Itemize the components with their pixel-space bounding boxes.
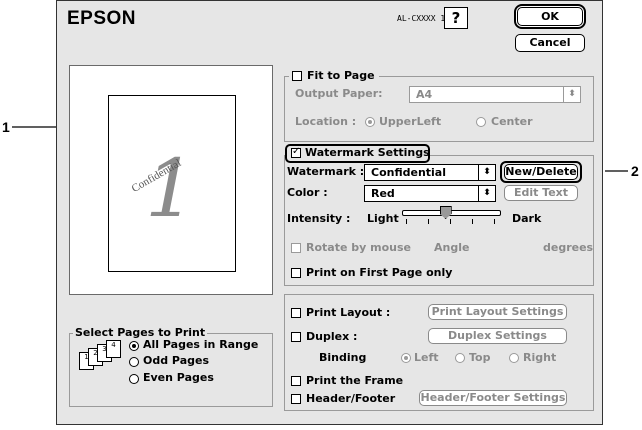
duplex-settings-button[interactable]: Duplex Settings	[428, 328, 567, 344]
location-center-label: Center	[491, 115, 533, 128]
intensity-label: Intensity :	[287, 212, 351, 225]
fit-to-page-label: Fit to Page	[307, 69, 375, 82]
degrees-label: degrees	[543, 241, 594, 254]
watermark-label: Watermark :	[287, 165, 365, 178]
new-delete-button[interactable]: New/Delete	[504, 164, 578, 180]
popup-arrows-icon: ⬍	[478, 186, 495, 201]
odd-pages-radio[interactable]	[129, 357, 139, 367]
binding-left-label: Left	[414, 351, 439, 364]
ok-button[interactable]: OK	[517, 7, 583, 26]
watermark-select[interactable]: Confidential ⬍	[364, 164, 496, 181]
output-paper-value: A4	[416, 88, 433, 101]
fit-to-page-checkbox[interactable]	[292, 71, 302, 81]
callout-number-2: 2	[631, 163, 639, 179]
rotate-by-mouse-checkbox[interactable]	[291, 243, 301, 253]
all-pages-radio[interactable]	[129, 341, 139, 351]
print-frame-label: Print the Frame	[306, 374, 404, 387]
binding-top-label: Top	[469, 351, 491, 364]
print-frame-checkbox[interactable]	[291, 376, 301, 386]
output-paper-select[interactable]: A4 ⬍	[409, 86, 581, 103]
location-upperleft-label: UpperLeft	[379, 115, 442, 128]
color-label: Color :	[287, 186, 328, 199]
duplex-checkbox[interactable]	[291, 332, 301, 342]
preview-page-number: 1	[145, 142, 196, 235]
popup-arrows-icon: ⬍	[563, 87, 580, 102]
even-pages-radio[interactable]	[129, 374, 139, 384]
binding-label: Binding	[319, 351, 367, 364]
intensity-slider-ticks	[406, 219, 496, 224]
pages-icon: 1 2 3 4	[77, 340, 121, 372]
preview-page: 1 Confidential	[108, 95, 236, 272]
print-layout-settings-button[interactable]: Print Layout Settings	[428, 304, 567, 320]
color-value: Red	[371, 187, 395, 200]
binding-right-label: Right	[523, 351, 557, 364]
header-footer-label: Header/Footer	[306, 392, 396, 405]
location-upperleft-radio[interactable]	[365, 117, 375, 127]
print-options-dialog: EPSON AL-CXXXX 1.00 ? OK Cancel 1 Confid…	[56, 0, 603, 425]
odd-pages-label: Odd Pages	[143, 354, 209, 367]
print-layout-checkbox[interactable]	[291, 308, 301, 318]
print-first-page-label: Print on First Page only	[306, 266, 453, 279]
header-footer-settings-button[interactable]: Header/Footer Settings	[419, 390, 567, 406]
watermark-settings-checkbox[interactable]	[291, 146, 301, 158]
location-center-radio[interactable]	[476, 117, 486, 127]
edit-text-button[interactable]: Edit Text	[504, 185, 578, 201]
watermark-settings-label: Watermark Settings	[305, 146, 430, 159]
header-footer-checkbox[interactable]	[291, 394, 301, 404]
duplex-label: Duplex :	[306, 330, 358, 343]
even-pages-label: Even Pages	[143, 371, 214, 384]
binding-right-radio[interactable]	[509, 353, 519, 363]
all-pages-label: All Pages in Range	[143, 338, 259, 351]
angle-label: Angle	[434, 241, 470, 254]
intensity-dark-label: Dark	[512, 212, 542, 225]
location-label: Location :	[295, 115, 357, 128]
help-button[interactable]: ?	[444, 7, 468, 29]
page-preview: 1 Confidential	[69, 65, 273, 295]
brand-logo: EPSON	[67, 8, 137, 29]
binding-top-radio[interactable]	[455, 353, 465, 363]
cancel-button[interactable]: Cancel	[515, 34, 585, 52]
rotate-by-mouse-label: Rotate by mouse	[306, 241, 411, 254]
popup-arrows-icon: ⬍	[478, 165, 495, 180]
print-first-page-checkbox[interactable]	[291, 268, 301, 278]
binding-left-radio[interactable]	[401, 353, 411, 363]
watermark-value: Confidential	[371, 166, 447, 179]
output-paper-label: Output Paper:	[295, 87, 383, 100]
print-layout-label: Print Layout :	[306, 306, 391, 319]
color-select[interactable]: Red ⬍	[364, 185, 496, 202]
intensity-light-label: Light	[367, 212, 399, 225]
